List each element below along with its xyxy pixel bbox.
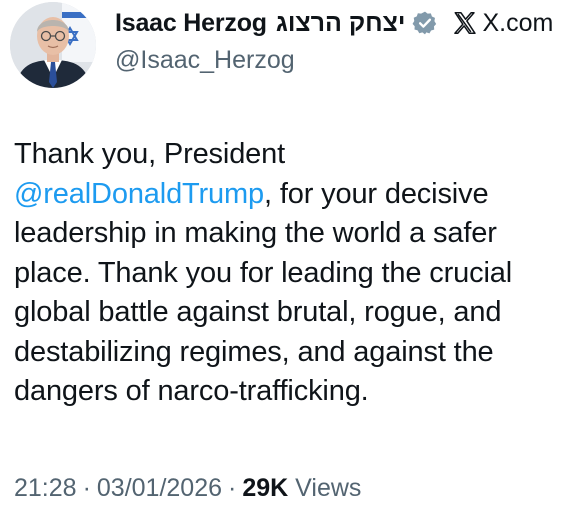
tweet-text-line: dangers of narco-trafficking. <box>14 375 369 407</box>
tweet-text-line: global battle against brutal, rogue, and <box>14 296 502 328</box>
meta-separator: · <box>82 474 91 502</box>
author-hebrew-name[interactable]: יצחק הרצוג <box>276 9 406 38</box>
views-label: Views <box>295 474 362 502</box>
tweet-text-line: place. Thank you for leading the crucial <box>14 256 513 289</box>
mention-link[interactable]: @realDonaldTrump <box>14 178 264 210</box>
author-name-row: Isaac Herzog יצחק הרצוג X.com <box>115 6 553 40</box>
author-handle[interactable]: @Isaac_Herzog <box>115 46 295 75</box>
tweet-text-line: leadership in making the world a safer <box>14 217 497 249</box>
author-display-name[interactable]: Isaac Herzog <box>115 9 267 38</box>
tweet-time[interactable]: 21:28 <box>14 474 77 502</box>
tweet-text-fragment: , for your decisive <box>264 177 489 210</box>
site-label: X.com <box>482 8 554 37</box>
meta-separator: · <box>228 474 237 502</box>
tweet-card: Isaac Herzog יצחק הרצוג X.com @Isaac_Her… <box>0 0 585 521</box>
x-logo-icon <box>452 10 478 36</box>
views-count: 29K <box>242 474 289 502</box>
tweet-meta: 21:28 · 03/01/2026 · 29K Views <box>14 474 361 503</box>
tweet-text-line: Thank you, President <box>14 138 286 170</box>
tweet-text-line: destabilizing regimes, and against the <box>14 335 494 368</box>
verified-badge-icon <box>412 10 438 36</box>
tweet-text: Thank you, President @realDonaldTrump, f… <box>14 135 579 412</box>
avatar-image <box>10 2 96 88</box>
tweet-date[interactable]: 03/01/2026 <box>97 474 222 502</box>
avatar[interactable] <box>10 2 96 88</box>
tweet-text-line: @realDonaldTrump, for your decisive <box>14 175 579 215</box>
